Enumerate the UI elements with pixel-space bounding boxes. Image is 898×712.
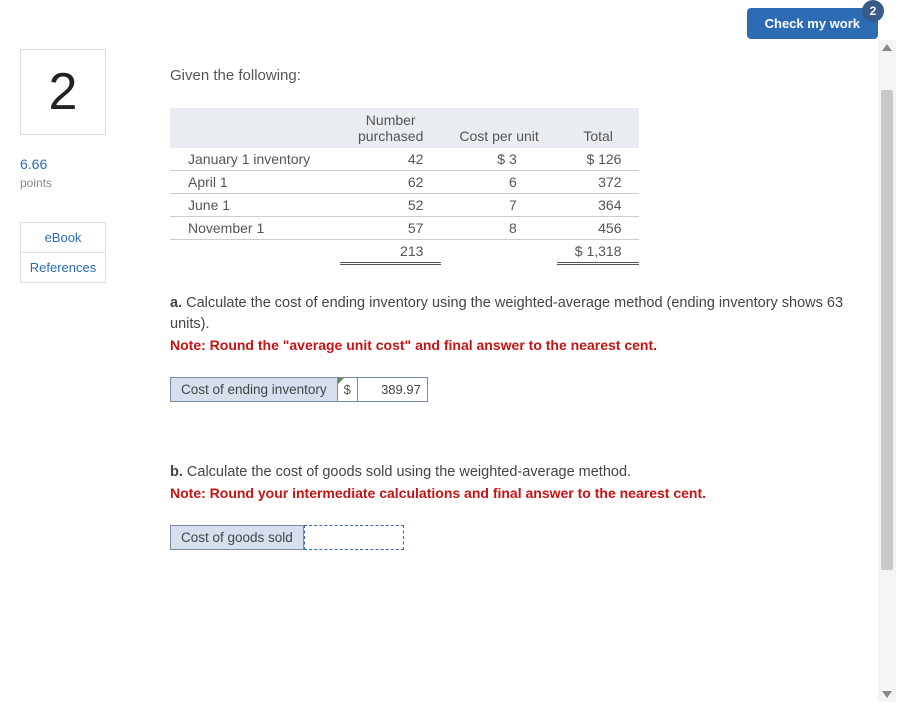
cell-name: April 1 (170, 171, 340, 194)
table-row: January 1 inventory 42 $ 3 $ 126 (170, 148, 639, 171)
points-label: points (20, 176, 52, 190)
table-header-name (170, 108, 340, 148)
sidebar-link-references[interactable]: References (20, 253, 106, 283)
cell-total: 456 (557, 217, 640, 240)
cell-number: 42 (340, 148, 441, 171)
table-row: April 1 62 6 372 (170, 171, 639, 194)
points-display: 6.66 points (20, 155, 130, 192)
scroll-down-icon[interactable] (882, 691, 892, 698)
answer-row-b: Cost of goods sold (170, 525, 868, 550)
cell-total: 364 (557, 194, 640, 217)
part-a-text: a. Calculate the cost of ending inventor… (170, 293, 868, 335)
cell-number-total: 213 (340, 240, 441, 264)
table-total-row: 213 $ 1,318 (170, 240, 639, 264)
currency-symbol: $ (338, 377, 358, 402)
question-part-a: a. Calculate the cost of ending inventor… (170, 293, 868, 402)
cell-cost: 8 (441, 217, 556, 240)
content-area: Given the following: Numberpurchased Cos… (130, 49, 898, 709)
points-value: 6.66 (20, 155, 130, 173)
scroll-thumb[interactable] (881, 90, 893, 570)
question-number: 2 (49, 62, 78, 122)
cell-cost: $ 3 (441, 148, 556, 171)
cell-name: June 1 (170, 194, 340, 217)
table-row: June 1 52 7 364 (170, 194, 639, 217)
cell-name: January 1 inventory (170, 148, 340, 171)
answer-label-a: Cost of ending inventory (170, 377, 338, 402)
cell-empty (441, 240, 556, 264)
cell-cost: 6 (441, 171, 556, 194)
table-header-number: Numberpurchased (340, 108, 441, 148)
notification-badge: 2 (862, 0, 884, 22)
table-header-cost: Cost per unit (441, 108, 556, 148)
part-a-note: Note: Round the "average unit cost" and … (170, 337, 868, 353)
check-button-label: Check my work (765, 16, 860, 31)
question-number-box: 2 (20, 49, 106, 135)
question-part-b: b. Calculate the cost of goods sold usin… (170, 462, 868, 550)
answer-label-b: Cost of goods sold (170, 525, 304, 550)
sidebar-link-ebook[interactable]: eBook (20, 222, 106, 253)
answer-row-a: Cost of ending inventory $ (170, 377, 868, 402)
sidebar-links: eBook References (20, 222, 130, 283)
cell-number: 62 (340, 171, 441, 194)
cell-total-total: $ 1,318 (557, 240, 640, 264)
cell-number: 52 (340, 194, 441, 217)
part-letter: a. (170, 295, 182, 311)
part-b-text: b. Calculate the cost of goods sold usin… (170, 462, 868, 483)
cell-number: 57 (340, 217, 441, 240)
part-body: Calculate the cost of ending inventory u… (170, 295, 843, 332)
question-prompt: Given the following: (170, 67, 868, 84)
check-my-work-button[interactable]: Check my work 2 (747, 8, 878, 39)
top-bar: Check my work 2 (0, 0, 898, 39)
sidebar: 2 6.66 points eBook References (20, 49, 130, 709)
table-header-total: Total (557, 108, 640, 148)
part-body: Calculate the cost of goods sold using t… (183, 464, 631, 480)
part-b-note: Note: Round your intermediate calculatio… (170, 485, 868, 501)
table-row: November 1 57 8 456 (170, 217, 639, 240)
part-letter: b. (170, 464, 183, 480)
scroll-up-icon[interactable] (882, 44, 892, 51)
cell-total: $ 126 (557, 148, 640, 171)
cell-empty (170, 240, 340, 264)
cell-total: 372 (557, 171, 640, 194)
cell-cost: 7 (441, 194, 556, 217)
vertical-scrollbar[interactable] (878, 40, 896, 702)
answer-input-b[interactable] (304, 525, 404, 550)
cell-name: November 1 (170, 217, 340, 240)
inventory-table: Numberpurchased Cost per unit Total Janu… (170, 108, 639, 265)
answer-input-a[interactable] (358, 377, 428, 402)
